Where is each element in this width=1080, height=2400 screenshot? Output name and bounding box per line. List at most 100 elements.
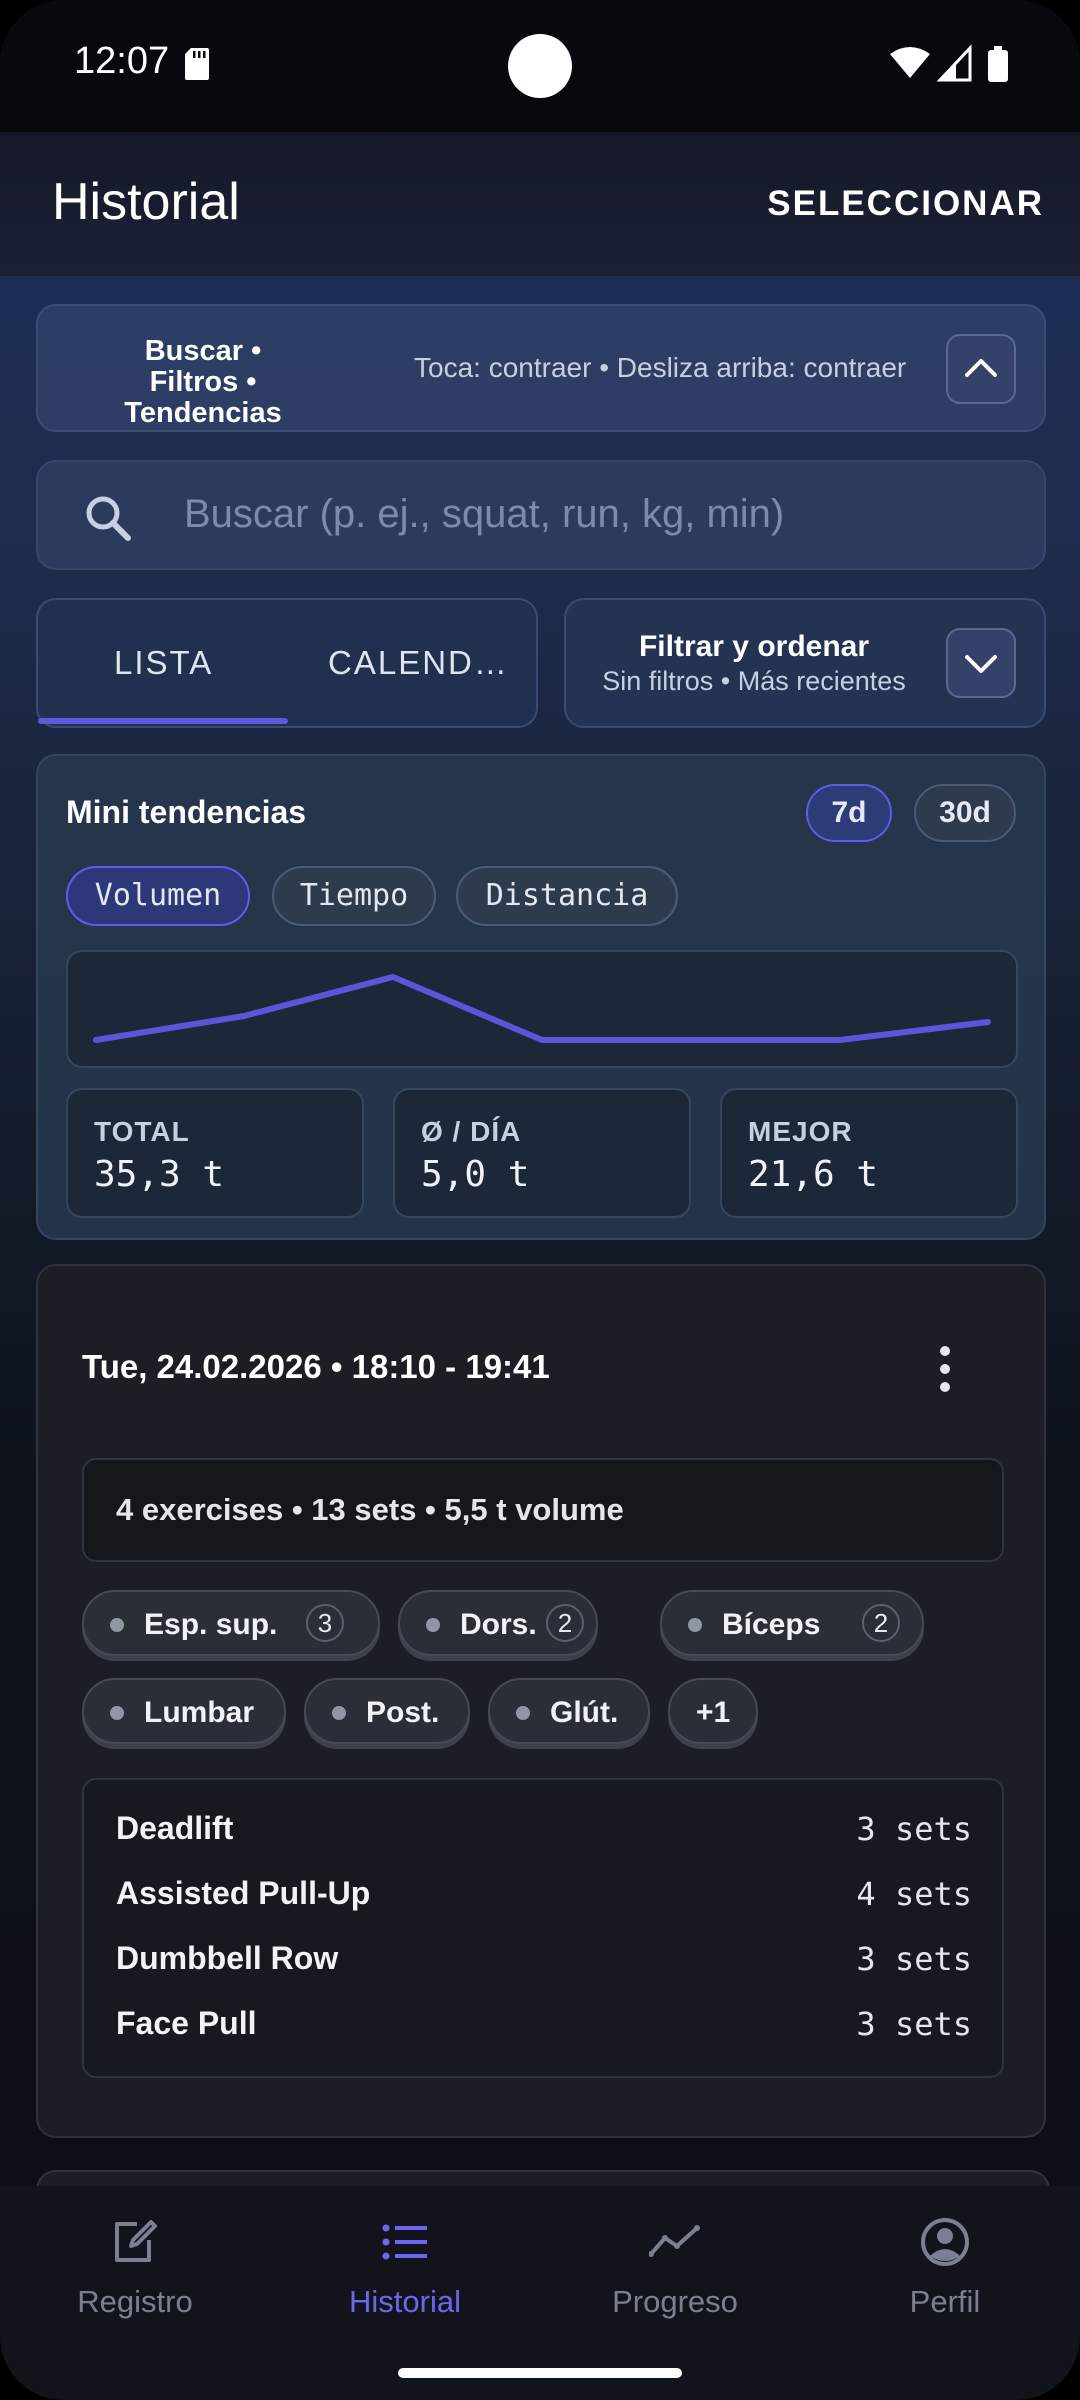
tab-indicator xyxy=(38,718,288,724)
muscle-dot xyxy=(110,1706,124,1720)
muscle-label: Bíceps xyxy=(722,1608,821,1641)
exercise-list: Deadlift 3 sets Assisted Pull-Up 4 sets … xyxy=(82,1778,1004,2078)
search-field[interactable]: Buscar (p. ej., squat, run, kg, min) xyxy=(36,460,1046,570)
list-item: Face Pull 3 sets xyxy=(116,2005,972,2051)
muscle-chip[interactable]: Lumbar xyxy=(82,1678,286,1744)
signal-icon xyxy=(936,44,972,82)
session-summary: 4 exercises • 13 sets • 5,5 t volume xyxy=(82,1458,1004,1562)
search-filters-title: Buscar • Filtros • Tendencias xyxy=(124,335,282,429)
collapse-button[interactable] xyxy=(946,334,1016,404)
chevron-down-icon xyxy=(965,655,997,673)
exercise-name: Face Pull xyxy=(116,2005,257,2041)
stat-best: MEJOR 21,6 t xyxy=(720,1088,1018,1218)
list-icon xyxy=(382,2224,427,2260)
stat-total: TOTAL 35,3 t xyxy=(66,1088,364,1218)
muscle-dot xyxy=(688,1618,702,1632)
muscle-chip[interactable]: Post. xyxy=(304,1678,470,1744)
range-7d-button[interactable]: 7d xyxy=(806,784,892,842)
search-filters-header[interactable]: Buscar • Filtros • Tendencias Toca: cont… xyxy=(36,304,1046,432)
exercise-sets: 3 sets xyxy=(856,2005,972,2043)
home-indicator[interactable] xyxy=(398,2368,682,2378)
muscle-label: Dors. xyxy=(460,1608,537,1641)
search-input[interactable]: Buscar (p. ej., squat, run, kg, min) xyxy=(184,492,784,537)
profile-icon xyxy=(921,2218,969,2266)
more-muscles-chip[interactable]: +1 xyxy=(668,1678,758,1744)
metric-volume-chip[interactable]: Volumen xyxy=(66,866,250,926)
view-tabs: LISTA CALEND… xyxy=(36,598,538,728)
list-item: Assisted Pull-Up 4 sets xyxy=(116,1875,972,1921)
collapse-hint: Toca: contraer • Desliza arriba: contrae… xyxy=(414,352,907,383)
filter-expand-button[interactable] xyxy=(946,628,1016,698)
muscle-label: Esp. sup. xyxy=(144,1608,278,1641)
filter-subtitle: Sin filtros • Más recientes xyxy=(602,666,906,696)
filter-sort-panel[interactable]: Filtrar y ordenar Sin filtros • Más reci… xyxy=(564,598,1046,728)
stat-label: TOTAL xyxy=(94,1116,190,1147)
muscle-count: 3 xyxy=(306,1604,344,1642)
wifi-icon xyxy=(890,47,930,78)
sd-card-icon xyxy=(185,48,209,80)
stat-label: MEJOR xyxy=(748,1116,853,1147)
metric-time-chip[interactable]: Tiempo xyxy=(272,866,436,926)
status-icons xyxy=(890,44,1008,82)
metric-distance-chip[interactable]: Distancia xyxy=(456,866,678,926)
list-item: Deadlift 3 sets xyxy=(116,1810,972,1856)
exercise-sets: 3 sets xyxy=(856,1940,972,1978)
session-card[interactable]: Tue, 24.02.2026 • 18:10 - 19:41 4 exerci… xyxy=(36,1264,1046,2138)
camera-cutout xyxy=(508,34,572,98)
nav-item-perfil[interactable]: Perfil xyxy=(810,2216,1080,2320)
mini-trends-card: Mini tendencias 7d 30d Volumen Tiempo Di… xyxy=(36,754,1046,1240)
exercise-name: Deadlift xyxy=(116,1810,234,1846)
exercise-sets: 4 sets xyxy=(856,1875,972,1913)
muscle-dot xyxy=(426,1618,440,1632)
app-bar: Historial SELECCIONAR xyxy=(0,132,1080,278)
more-vert-icon[interactable] xyxy=(938,1344,952,1394)
exercise-sets: 3 sets xyxy=(856,1810,972,1848)
page-title: Historial xyxy=(52,173,240,231)
muscle-dot xyxy=(110,1618,124,1632)
muscle-count: 2 xyxy=(862,1604,900,1642)
stat-label: Ø / DÍA xyxy=(421,1116,522,1147)
nav-label: Progreso xyxy=(612,2284,738,2319)
muscle-chip[interactable]: Dors. 2 xyxy=(398,1590,598,1656)
nav-label: Registro xyxy=(77,2284,193,2319)
exercise-name: Assisted Pull-Up xyxy=(116,1875,371,1911)
chevron-up-icon xyxy=(965,359,997,377)
session-date: Tue, 24.02.2026 • 18:10 - 19:41 xyxy=(82,1348,550,1385)
battery-icon xyxy=(988,46,1008,82)
nav-label: Historial xyxy=(349,2284,461,2319)
muscle-label: Lumbar xyxy=(144,1696,255,1729)
sparkline-chart xyxy=(66,950,1018,1068)
muscle-label: Post. xyxy=(366,1696,440,1729)
sparkline-line xyxy=(93,974,991,1043)
trend-icon xyxy=(649,2225,700,2257)
more-muscles-label: +1 xyxy=(696,1696,731,1729)
muscle-count: 2 xyxy=(546,1604,584,1642)
stat-average: Ø / DÍA 5,0 t xyxy=(393,1088,691,1218)
edit-icon xyxy=(115,2220,157,2262)
muscle-chip[interactable]: Glút. xyxy=(488,1678,650,1744)
stat-value: 35,3 t xyxy=(94,1154,225,1195)
status-time: 12:07 xyxy=(74,40,170,82)
screen: 12:07 Historial SELECCIONAR Buscar • Fil… xyxy=(0,0,1080,2400)
status-bar: 12:07 xyxy=(0,0,1080,132)
nav-item-historial[interactable]: Historial xyxy=(270,2216,540,2320)
stat-value: 5,0 t xyxy=(421,1154,530,1195)
search-icon xyxy=(86,496,131,541)
range-30d-button[interactable]: 30d xyxy=(914,784,1016,842)
exercise-name: Dumbbell Row xyxy=(116,1940,339,1976)
muscle-label: Glút. xyxy=(550,1696,619,1729)
nav-item-progreso[interactable]: Progreso xyxy=(540,2216,810,2320)
mini-trends-title: Mini tendencias xyxy=(66,794,307,830)
muscle-dot xyxy=(332,1706,346,1720)
tab-list[interactable]: LISTA xyxy=(114,644,213,682)
stat-value: 21,6 t xyxy=(748,1154,879,1195)
nav-item-registro[interactable]: Registro xyxy=(0,2216,270,2320)
muscle-dot xyxy=(516,1706,530,1720)
select-button[interactable]: SELECCIONAR xyxy=(767,184,1044,224)
muscle-chip[interactable]: Bíceps 2 xyxy=(660,1590,924,1656)
nav-label: Perfil xyxy=(909,2284,981,2319)
session-summary-text: 4 exercises • 13 sets • 5,5 t volume xyxy=(116,1492,624,1527)
list-item: Dumbbell Row 3 sets xyxy=(116,1940,972,1986)
muscle-chip[interactable]: Esp. sup. 3 xyxy=(82,1590,380,1656)
tab-calendar[interactable]: CALEND… xyxy=(328,644,509,682)
